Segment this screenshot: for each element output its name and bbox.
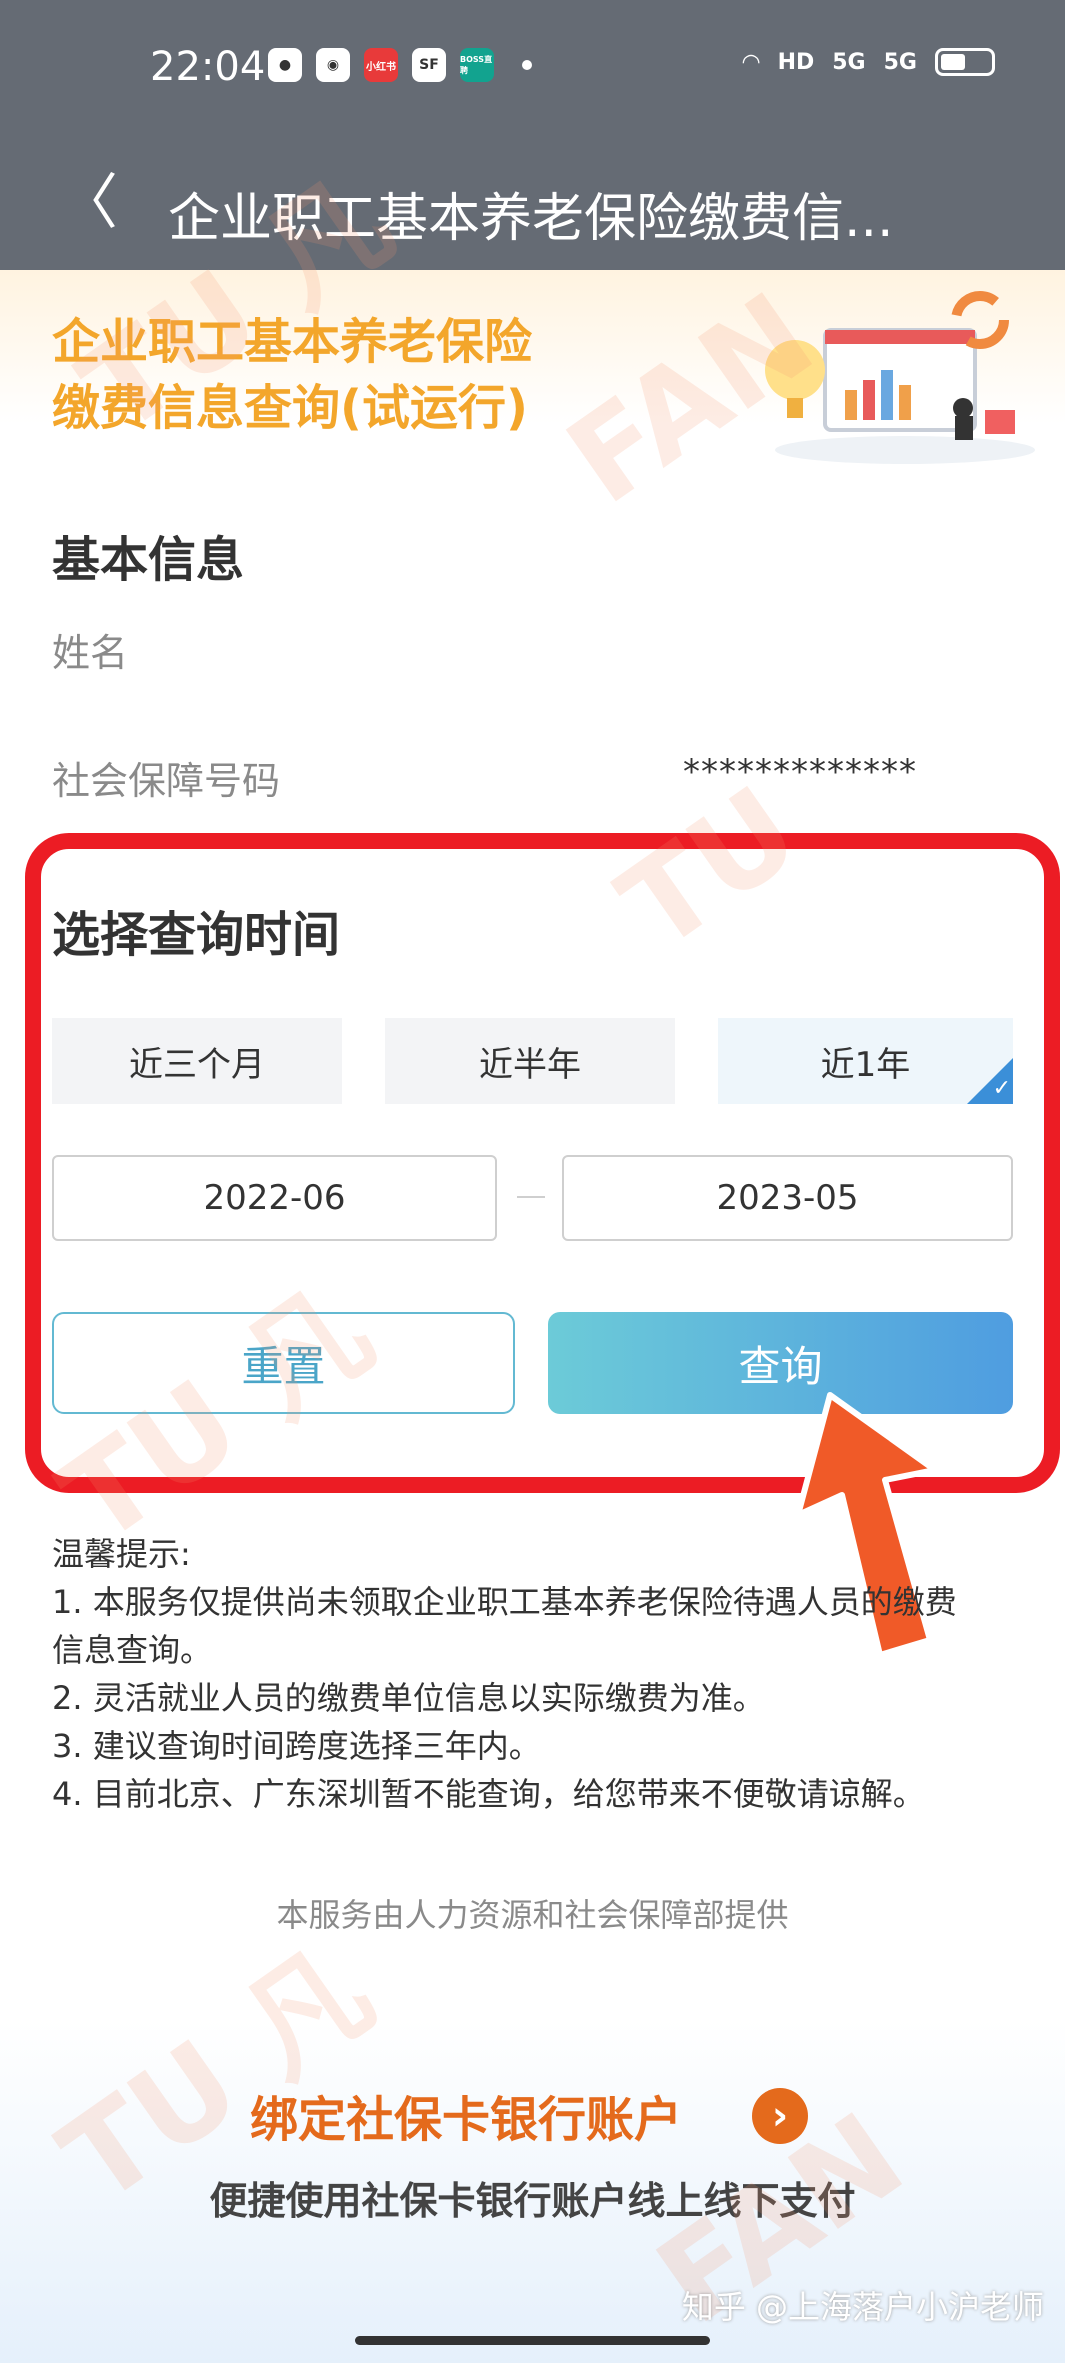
status-bar: 22:04 ● ◉ 小红书 SF BOSS直聘 ◠ HD 5G 5G [0, 0, 1065, 140]
signal-5g-icon-2: 5G [883, 49, 917, 75]
battery-icon [935, 48, 995, 76]
ssn-value: ************* [683, 752, 917, 792]
sf-express-icon: SF [412, 48, 446, 82]
banner: 企业职工基本养老保险 缴费信息查询(试运行) [0, 270, 1065, 490]
page-title: 企业职工基本养老保险缴费信... [168, 189, 894, 249]
right-edge [1065, 0, 1080, 2363]
watermark-credit: 知乎 @上海落户小沪老师 [681, 2288, 1044, 2326]
tip-item: 3. 建议查询时间跨度选择三年内。 [52, 1727, 541, 1765]
tip-item: 4. 目前北京、广东深圳暂不能查询，给您带来不便敬请谅解。 [52, 1775, 925, 1813]
tip-item: 信息查询。 [52, 1631, 213, 1669]
tip-item: 2. 灵活就业人员的缴费单位信息以实际缴费为准。 [52, 1679, 765, 1717]
name-label: 姓名 [52, 631, 129, 675]
tips-section: 温馨提示: 1. 本服务仅提供尚未领取企业职工基本养老保险待遇人员的缴费 信息查… [52, 1530, 1032, 1818]
banner-title-line2: 缴费信息查询(试运行) [52, 380, 528, 436]
chevron-right-icon: › [752, 2088, 808, 2144]
browser-icon: ◉ [316, 48, 350, 82]
hd-icon: HD [777, 49, 815, 75]
wechat-icon: ● [268, 48, 302, 82]
basic-info-title: 基本信息 [52, 532, 245, 588]
bind-title: 绑定社保卡银行账户 [250, 2092, 683, 2148]
more-notifications-dot [522, 60, 532, 70]
banner-illustration [765, 291, 1035, 464]
wifi-icon: ◠ [742, 49, 760, 75]
home-indicator[interactable] [355, 2336, 710, 2345]
ssn-label: 社会保障号码 [52, 759, 281, 803]
xiaohongshu-icon: 小红书 [364, 48, 398, 82]
nav-bar: 〈 企业职工基本养老保险缴费信... [0, 140, 1065, 270]
tips-heading: 温馨提示: [52, 1535, 191, 1573]
bind-subtitle: 便捷使用社保卡银行账户线上线下支付 [209, 2179, 856, 2223]
system-icons: ◠ HD 5G 5G [743, 48, 995, 76]
status-time: 22:04 [150, 44, 266, 90]
notification-icons: ● ◉ 小红书 SF BOSS直聘 [268, 48, 532, 82]
signal-5g-icon: 5G [832, 49, 866, 75]
banner-title-line1: 企业职工基本养老保险 [52, 314, 533, 370]
back-button[interactable]: 〈 [58, 168, 118, 238]
tip-item: 1. 本服务仅提供尚未领取企业职工基本养老保险待遇人员的缴费 [52, 1583, 957, 1621]
provider-note: 本服务由人力资源和社会保障部提供 [276, 1896, 789, 1934]
boss-zhipin-icon: BOSS直聘 [460, 48, 494, 82]
